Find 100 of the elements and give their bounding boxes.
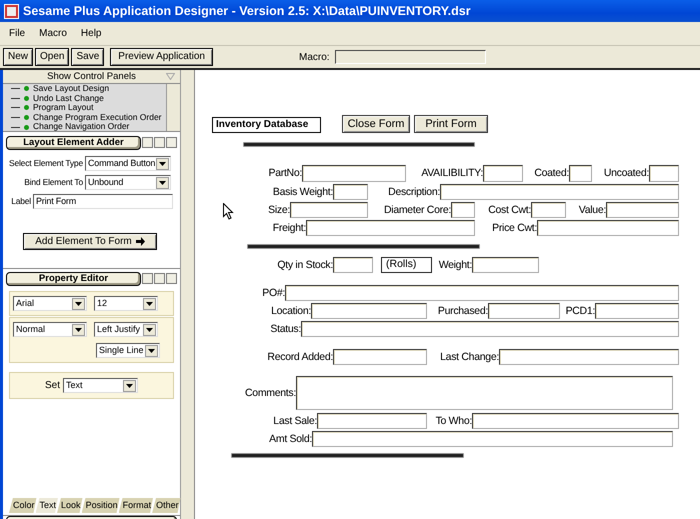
field-label: Coated: bbox=[534, 166, 569, 181]
field-label: Value: bbox=[578, 203, 606, 218]
panel-header[interactable]: Show Control Panels bbox=[3, 70, 180, 84]
set-dropdown[interactable]: Text bbox=[63, 378, 138, 393]
tab[interactable]: Other bbox=[152, 498, 181, 513]
input-field[interactable] bbox=[306, 220, 475, 236]
unit-label: (Rolls) bbox=[381, 257, 432, 273]
input-field[interactable] bbox=[472, 257, 539, 273]
tab[interactable]: Look bbox=[57, 498, 83, 513]
toolbar-button[interactable]: Preview Application bbox=[110, 48, 213, 66]
field-label: PCD1: bbox=[566, 304, 595, 319]
field-label: Size: bbox=[268, 203, 290, 218]
input-field[interactable] bbox=[290, 202, 368, 218]
form-button[interactable]: Close Form bbox=[342, 115, 410, 133]
field-label: Weight: bbox=[438, 258, 472, 273]
field-label: Purchased: bbox=[438, 304, 488, 319]
tree-item[interactable]: Save Layout Design bbox=[33, 84, 110, 94]
tree-item[interactable]: Program Layout bbox=[33, 103, 94, 113]
panel-title: Layout Element Adder bbox=[6, 136, 141, 150]
input-field[interactable] bbox=[333, 184, 368, 200]
menu-item[interactable]: Help bbox=[80, 26, 102, 41]
toolbar-button[interactable]: Open bbox=[35, 48, 70, 66]
toolbar-button[interactable]: New bbox=[3, 48, 34, 66]
field-label: Status: bbox=[270, 322, 301, 337]
add-element-button[interactable]: Add Element To Form bbox=[23, 233, 157, 250]
input-field[interactable] bbox=[440, 184, 679, 200]
property-dropdown[interactable]: Arial bbox=[13, 296, 87, 311]
input-field[interactable] bbox=[472, 413, 679, 429]
field-label: Location: bbox=[271, 304, 311, 319]
cursor-icon bbox=[223, 203, 234, 220]
scrollbar[interactable] bbox=[166, 84, 180, 131]
status-dot bbox=[24, 86, 29, 92]
field-label: Description: bbox=[388, 185, 440, 200]
toolbar-button[interactable]: Save bbox=[71, 48, 104, 66]
field-label: PartNo: bbox=[268, 166, 302, 181]
app-icon bbox=[4, 4, 19, 18]
input-field[interactable] bbox=[451, 202, 475, 218]
arrow-right-icon bbox=[136, 237, 145, 246]
field-label: Amt Sold: bbox=[269, 432, 312, 447]
status-dot bbox=[24, 105, 29, 110]
panel-header-label: Show Control Panels bbox=[47, 71, 136, 82]
field-label: Price Cwt: bbox=[492, 221, 537, 236]
tree-item[interactable]: Change Program Execution Order bbox=[33, 112, 162, 122]
field-label: Bind Element To bbox=[23, 176, 83, 189]
form-title: Inventory Database bbox=[212, 117, 321, 133]
field-label: Record Added: bbox=[267, 350, 333, 365]
element-dropdown[interactable]: Command Button bbox=[85, 156, 171, 171]
macro-label: Macro: bbox=[299, 50, 330, 64]
field-label: Diameter Core: bbox=[384, 203, 451, 218]
property-dropdown[interactable]: Single Line bbox=[96, 343, 160, 358]
field-label: PO#: bbox=[262, 286, 285, 301]
input-field[interactable] bbox=[595, 303, 679, 319]
tab[interactable]: Format bbox=[118, 498, 154, 513]
tree-item[interactable]: Change Navigation Order bbox=[33, 122, 130, 131]
input-field[interactable] bbox=[649, 165, 679, 182]
status-dot bbox=[24, 96, 29, 101]
input-field[interactable] bbox=[333, 257, 373, 273]
input-field[interactable] bbox=[317, 413, 427, 429]
tab[interactable]: Text bbox=[36, 498, 58, 513]
comments-field[interactable] bbox=[296, 376, 673, 410]
input-field[interactable] bbox=[488, 303, 560, 319]
menu-item[interactable]: File bbox=[9, 26, 26, 41]
field-label: To Who: bbox=[436, 414, 472, 429]
window-title: Sesame Plus Application Designer - Version 2.5: X:\Data\PUINVENTORY.dsr bbox=[23, 2, 471, 20]
input-field[interactable] bbox=[606, 202, 679, 218]
tab[interactable]: Position bbox=[82, 498, 120, 513]
panel-title: Property Editor bbox=[6, 272, 141, 286]
field-label: AVAILIBILITY: bbox=[421, 166, 483, 181]
input-field[interactable] bbox=[537, 220, 679, 236]
status-dot bbox=[24, 115, 29, 120]
property-dropdown[interactable]: Left Justify bbox=[94, 322, 158, 337]
input-field[interactable] bbox=[285, 285, 679, 301]
tab[interactable]: Color bbox=[9, 498, 37, 513]
label-field[interactable]: Print Form bbox=[33, 194, 173, 209]
input-field[interactable] bbox=[301, 321, 679, 337]
element-dropdown[interactable]: Unbound bbox=[85, 175, 171, 190]
input-field[interactable] bbox=[569, 165, 592, 182]
property-dropdown[interactable]: 12 bbox=[94, 296, 158, 311]
field-label: Freight: bbox=[272, 221, 306, 236]
input-field[interactable] bbox=[311, 303, 427, 319]
scrollbar[interactable] bbox=[180, 70, 195, 519]
field-label: Uncoated: bbox=[604, 166, 649, 181]
field-label: Basis Weight: bbox=[272, 185, 333, 200]
menu-item[interactable]: Macro bbox=[39, 26, 67, 41]
field-label: Cost Cwt: bbox=[488, 203, 531, 218]
field-label: Select Element Type bbox=[8, 157, 83, 170]
form-button[interactable]: Print Form bbox=[414, 115, 488, 133]
input-field[interactable] bbox=[333, 349, 427, 365]
field-label: Label bbox=[10, 195, 31, 208]
input-field[interactable] bbox=[499, 349, 679, 365]
field-label: Last Sale: bbox=[273, 414, 317, 429]
set-label: Set bbox=[44, 379, 60, 393]
field-label: Last Change: bbox=[440, 350, 499, 365]
macro-field[interactable] bbox=[334, 50, 486, 64]
input-field[interactable] bbox=[302, 165, 406, 182]
tree-item[interactable]: Undo Last Change bbox=[33, 94, 104, 104]
input-field[interactable] bbox=[531, 202, 566, 218]
property-dropdown[interactable]: Normal bbox=[13, 322, 87, 337]
input-field[interactable] bbox=[312, 431, 673, 447]
input-field[interactable] bbox=[483, 165, 523, 182]
